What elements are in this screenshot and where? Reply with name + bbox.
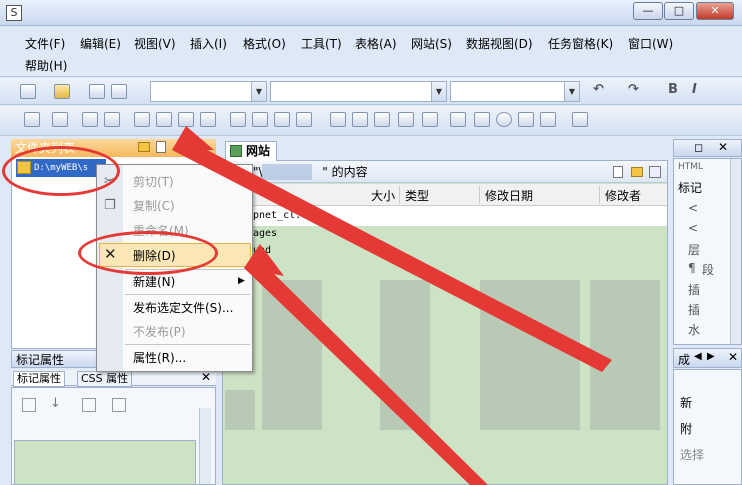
annotation-arrows xyxy=(172,126,612,485)
arrow-head-upper xyxy=(172,126,214,150)
arrow-shaft-upper xyxy=(172,138,612,372)
